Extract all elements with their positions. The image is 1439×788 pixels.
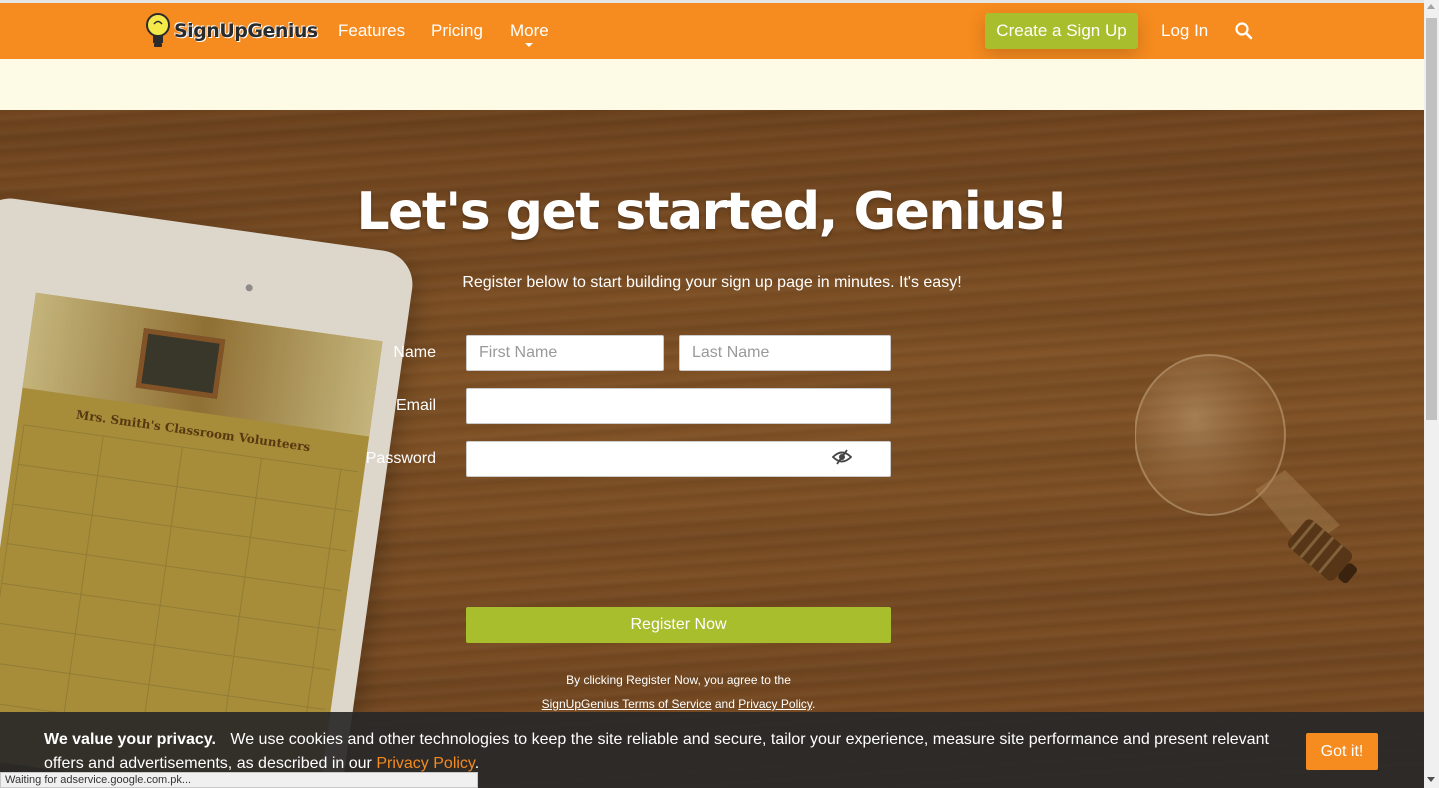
password-label: Password [365,450,436,467]
cookie-privacy-link[interactable]: Privacy Policy [376,755,474,772]
terms-of-service-link[interactable]: SignUpGenius Terms of Service [542,697,712,711]
nav-more[interactable]: More [510,3,549,59]
terms-end: . [812,697,816,711]
email-label: Email [395,397,436,414]
scrollbar-thumb[interactable] [1426,18,1437,420]
terms-and: and [714,697,735,711]
register-button[interactable]: Register Now [466,607,891,643]
nav-pricing[interactable]: Pricing [431,3,483,59]
cookie-body: We use cookies and other technologies to… [44,731,1269,772]
page-subtitle: Register below to start building your si… [462,274,962,291]
logo-text: SignUpGenius [174,20,318,42]
logo[interactable]: SignUpGenius [144,9,318,53]
eye-icon[interactable] [832,449,852,465]
password-input[interactable] [466,441,891,477]
login-link[interactable]: Log In [1161,3,1208,59]
last-name-input[interactable] [679,335,891,371]
site-header: SignUpGenius Features Pricing More Creat… [0,3,1424,59]
page-scrollbar[interactable] [1424,0,1439,788]
hero-section: Mrs. Smith's Classroom Volunteers Let's … [0,110,1424,788]
privacy-policy-link[interactable]: Privacy Policy [738,697,812,711]
page-title: Let's get started, Genius! [356,182,1069,242]
terms-prefix: By clicking Register Now, you agree to t… [566,673,791,687]
name-label: Name [393,344,436,361]
create-signup-button[interactable]: Create a Sign Up [985,13,1138,49]
announcement-banner [0,59,1424,110]
nav-features[interactable]: Features [338,3,405,59]
caret-down-icon [525,43,534,47]
lightbulb-logo-icon [146,13,170,47]
cookie-message: We value your privacy. We use cookies an… [44,728,1284,776]
browser-status-bar: Waiting for adservice.google.com.pk... [0,772,478,788]
scroll-up-icon[interactable] [1427,4,1435,9]
email-input[interactable] [466,388,891,424]
accept-cookies-button[interactable]: Got it! [1306,733,1378,770]
cookie-end: . [474,755,480,772]
terms-text: By clicking Register Now, you agree to t… [466,668,891,716]
scroll-down-icon[interactable] [1427,777,1435,782]
cookie-heading: We value your privacy. [44,731,216,748]
nav-more-label: More [510,21,549,40]
first-name-input[interactable] [466,335,664,371]
search-icon[interactable] [1234,21,1254,41]
